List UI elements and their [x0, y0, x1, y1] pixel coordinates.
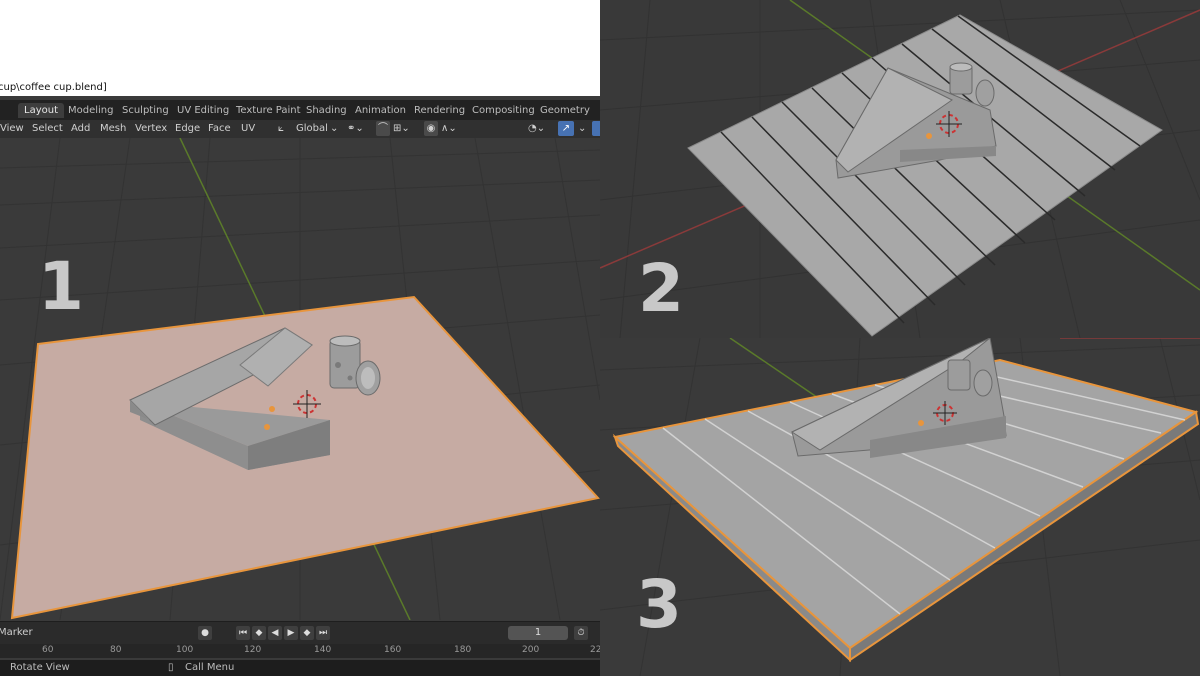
- timeline-header: Marker ● ⏮ ◆ ◀ ▶ ◆ ⏭ 1 ⏱: [0, 621, 600, 644]
- viewport-panel-2[interactable]: 2: [600, 0, 1200, 338]
- mouse-icon: ▯: [168, 662, 174, 673]
- jump-start-icon[interactable]: ⏮: [236, 626, 250, 640]
- ruler-tick: 100: [176, 645, 194, 655]
- tab-animation[interactable]: Animation: [349, 103, 412, 118]
- menu-view[interactable]: View: [0, 122, 24, 136]
- title-bar: cup\coffee cup.blend]: [0, 0, 600, 96]
- jump-end-icon[interactable]: ⏭: [316, 626, 330, 640]
- gizmo-icon[interactable]: ↗: [558, 121, 574, 136]
- viewport-panel-1: cup\coffee cup.blend] Layout Modeling Sc…: [0, 0, 600, 676]
- ruler-tick: 160: [384, 645, 402, 655]
- tab-geometry-nodes[interactable]: Geometry Nod: [534, 103, 600, 131]
- overlay-icon[interactable]: [592, 121, 600, 136]
- status-rotate-view: Rotate View: [10, 662, 70, 673]
- next-keyframe-icon[interactable]: ◆: [300, 626, 314, 640]
- status-call-menu: Call Menu: [185, 662, 235, 673]
- ruler-tick: 22: [590, 645, 600, 655]
- menu-edge[interactable]: Edge: [175, 122, 200, 136]
- transform-orientation-icon[interactable]: ⟀: [278, 121, 284, 136]
- tab-layout[interactable]: Layout: [18, 103, 64, 118]
- ruler-tick: 140: [314, 645, 332, 655]
- prev-keyframe-icon[interactable]: ◆: [252, 626, 266, 640]
- viewport-scene-2: [600, 0, 1200, 338]
- status-bar: Rotate View ▯ Call Menu: [0, 660, 600, 676]
- tab-compositing[interactable]: Compositing: [466, 103, 541, 118]
- menu-add[interactable]: Add: [71, 122, 90, 136]
- viewport-scene-1: [0, 138, 600, 620]
- ruler-tick: 180: [454, 645, 472, 655]
- viewport-header: View Select Add Mesh Vertex Edge Face UV…: [0, 120, 600, 138]
- clock-icon[interactable]: ⏱: [574, 626, 588, 640]
- ruler-tick: 200: [522, 645, 540, 655]
- panel-label-1: 1: [38, 248, 84, 325]
- menu-mesh[interactable]: Mesh: [100, 122, 126, 136]
- tab-shading[interactable]: Shading: [300, 103, 353, 118]
- ruler-tick: 60: [42, 645, 54, 655]
- current-frame-field[interactable]: 1: [508, 626, 568, 640]
- transform-orientation-dropdown[interactable]: Global: [296, 121, 328, 136]
- tab-texture-paint[interactable]: Texture Paint: [230, 103, 307, 118]
- chevron-down-icon: ⌄: [330, 123, 339, 134]
- menu-face[interactable]: Face: [208, 122, 231, 136]
- file-path: cup\coffee cup.blend]: [0, 82, 107, 93]
- play-reverse-icon[interactable]: ◀: [268, 626, 282, 640]
- marker-menu[interactable]: Marker: [0, 627, 33, 638]
- panel-label-2: 2: [638, 250, 684, 327]
- play-icon[interactable]: ▶: [284, 626, 298, 640]
- keyframe-record-icon[interactable]: ●: [198, 626, 212, 640]
- menu-select[interactable]: Select: [32, 122, 63, 136]
- snap-target-icon[interactable]: ⊞⌄: [393, 121, 410, 136]
- falloff-icon[interactable]: ∧⌄: [441, 121, 457, 136]
- tab-modeling[interactable]: Modeling: [62, 103, 120, 118]
- tab-uv-editing[interactable]: UV Editing: [171, 103, 235, 118]
- pivot-point-icon[interactable]: ⚭⌄: [347, 121, 364, 136]
- tab-sculpting[interactable]: Sculpting: [116, 103, 175, 118]
- ruler-tick: 80: [110, 645, 122, 655]
- visibility-icon[interactable]: ◔⌄: [528, 121, 545, 136]
- chevron-down-icon: ⌄: [578, 123, 587, 134]
- viewport-scene-3: [600, 338, 1200, 676]
- menu-vertex[interactable]: Vertex: [135, 122, 167, 136]
- timeline-ruler[interactable]: 60 80 100 120 140 160 180 200 22: [0, 644, 600, 658]
- proportional-edit-icon[interactable]: ◉: [424, 121, 438, 136]
- 3d-viewport[interactable]: 1: [0, 138, 600, 620]
- ruler-tick: 120: [244, 645, 262, 655]
- snap-icon[interactable]: ⌒: [376, 121, 390, 136]
- menu-uv[interactable]: UV: [241, 122, 255, 136]
- workspace-tabs: Layout Modeling Sculpting UV Editing Tex…: [0, 100, 600, 131]
- panel-label-3: 3: [636, 566, 682, 643]
- tab-rendering[interactable]: Rendering: [408, 103, 471, 118]
- viewport-panel-3[interactable]: 3: [600, 338, 1200, 676]
